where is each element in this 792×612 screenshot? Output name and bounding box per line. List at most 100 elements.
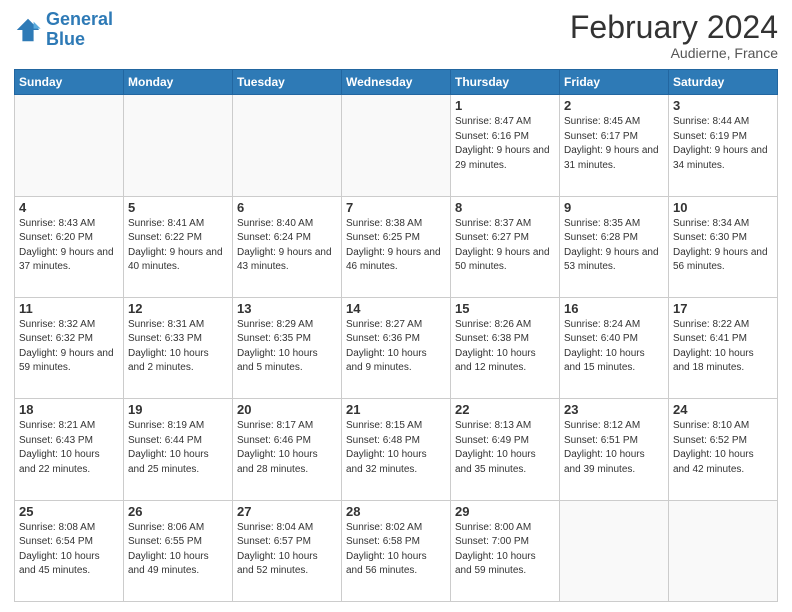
day-info: Sunrise: 8:37 AM Sunset: 6:27 PM Dayligh…	[455, 217, 555, 275]
week-row-0: 1Sunrise: 8:47 AM Sunset: 6:16 PM Daylig…	[15, 95, 778, 196]
day-info: Sunrise: 8:13 AM Sunset: 6:49 PM Dayligh…	[455, 419, 555, 477]
day-number: 3	[673, 98, 773, 113]
calendar-cell: 12Sunrise: 8:31 AM Sunset: 6:33 PM Dayli…	[124, 297, 233, 398]
calendar-table: SundayMondayTuesdayWednesdayThursdayFrid…	[14, 69, 778, 602]
day-info: Sunrise: 8:00 AM Sunset: 7:00 PM Dayligh…	[455, 521, 555, 579]
calendar-cell: 29 Sunrise: 8:00 AM Sunset: 7:00 PM Dayli…	[451, 500, 560, 601]
day-info: Sunrise: 8:32 AM Sunset: 6:32 PM Dayligh…	[19, 318, 119, 376]
calendar-cell: 16 Sunrise: 8:24 AM Sunset: 6:40 PM Dayli…	[560, 297, 669, 398]
day-number: 10	[673, 200, 773, 215]
calendar-cell: 13Sunrise: 8:29 AM Sunset: 6:35 PM Dayli…	[233, 297, 342, 398]
logo: General Blue	[14, 10, 113, 50]
day-info: Sunrise: 8:06 AM Sunset: 6:55 PM Dayligh…	[128, 521, 228, 579]
day-info: Sunrise: 8:04 AM Sunset: 6:57 PM Dayligh…	[237, 521, 337, 579]
day-number: 20	[237, 402, 337, 417]
day-number: 23	[564, 402, 664, 417]
day-number: 12	[128, 301, 228, 316]
calendar-cell: 7 Sunrise: 8:38 AM Sunset: 6:25 PM Daylig…	[342, 196, 451, 297]
calendar-cell: 11 Sunrise: 8:32 AM Sunset: 6:32 PM Dayli…	[15, 297, 124, 398]
calendar-cell: 3 Sunrise: 8:44 AM Sunset: 6:19 PM Daylig…	[669, 95, 778, 196]
logo-text: General Blue	[46, 10, 113, 50]
logo-line1: General	[46, 9, 113, 29]
page: General Blue February 2024 Audierne, Fra…	[0, 0, 792, 612]
calendar-cell: 8Sunrise: 8:37 AM Sunset: 6:27 PM Daylig…	[451, 196, 560, 297]
calendar-cell	[669, 500, 778, 601]
calendar-cell	[233, 95, 342, 196]
day-info: Sunrise: 8:41 AM Sunset: 6:22 PM Dayligh…	[128, 217, 228, 275]
main-title: February 2024	[570, 10, 778, 45]
weekday-header-tuesday: Tuesday	[233, 70, 342, 95]
weekday-header-thursday: Thursday	[451, 70, 560, 95]
day-info: Sunrise: 8:45 AM Sunset: 6:17 PM Dayligh…	[564, 115, 664, 173]
day-number: 18	[19, 402, 119, 417]
logo-line2: Blue	[46, 29, 85, 49]
calendar-cell	[124, 95, 233, 196]
weekday-header-saturday: Saturday	[669, 70, 778, 95]
calendar-header: SundayMondayTuesdayWednesdayThursdayFrid…	[15, 70, 778, 95]
calendar-cell: 14 Sunrise: 8:27 AM Sunset: 6:36 PM Dayli…	[342, 297, 451, 398]
day-number: 9	[564, 200, 664, 215]
day-number: 11	[19, 301, 119, 316]
day-number: 6	[237, 200, 337, 215]
day-info: Sunrise: 8:40 AM Sunset: 6:24 PM Dayligh…	[237, 217, 337, 275]
day-number: 7	[346, 200, 446, 215]
week-row-2: 11 Sunrise: 8:32 AM Sunset: 6:32 PM Dayli…	[15, 297, 778, 398]
day-number: 5	[128, 200, 228, 215]
calendar-body: 1Sunrise: 8:47 AM Sunset: 6:16 PM Daylig…	[15, 95, 778, 602]
calendar-cell: 6 Sunrise: 8:40 AM Sunset: 6:24 PM Daylig…	[233, 196, 342, 297]
day-info: Sunrise: 8:38 AM Sunset: 6:25 PM Dayligh…	[346, 217, 446, 275]
title-block: February 2024 Audierne, France	[570, 10, 778, 61]
day-number: 24	[673, 402, 773, 417]
day-info: Sunrise: 8:21 AM Sunset: 6:43 PM Dayligh…	[19, 419, 119, 477]
calendar-cell: 4 Sunrise: 8:43 AM Sunset: 6:20 PM Daylig…	[15, 196, 124, 297]
day-number: 29	[455, 504, 555, 519]
day-number: 21	[346, 402, 446, 417]
week-row-3: 18 Sunrise: 8:21 AM Sunset: 6:43 PM Dayli…	[15, 399, 778, 500]
day-number: 19	[128, 402, 228, 417]
day-number: 15	[455, 301, 555, 316]
day-number: 4	[19, 200, 119, 215]
calendar-cell: 9Sunrise: 8:35 AM Sunset: 6:28 PM Daylig…	[560, 196, 669, 297]
day-info: Sunrise: 8:22 AM Sunset: 6:41 PM Dayligh…	[673, 318, 773, 376]
day-number: 25	[19, 504, 119, 519]
day-info: Sunrise: 8:43 AM Sunset: 6:20 PM Dayligh…	[19, 217, 119, 275]
day-number: 16	[564, 301, 664, 316]
day-number: 22	[455, 402, 555, 417]
calendar-cell: 15 Sunrise: 8:26 AM Sunset: 6:38 PM Dayli…	[451, 297, 560, 398]
calendar-cell: 10 Sunrise: 8:34 AM Sunset: 6:30 PM Dayli…	[669, 196, 778, 297]
day-info: Sunrise: 8:44 AM Sunset: 6:19 PM Dayligh…	[673, 115, 773, 173]
calendar-cell: 24 Sunrise: 8:10 AM Sunset: 6:52 PM Dayli…	[669, 399, 778, 500]
calendar-cell: 1Sunrise: 8:47 AM Sunset: 6:16 PM Daylig…	[451, 95, 560, 196]
weekday-header-wednesday: Wednesday	[342, 70, 451, 95]
calendar-cell	[15, 95, 124, 196]
day-info: Sunrise: 8:26 AM Sunset: 6:38 PM Dayligh…	[455, 318, 555, 376]
calendar-cell: 27 Sunrise: 8:04 AM Sunset: 6:57 PM Dayli…	[233, 500, 342, 601]
week-row-1: 4 Sunrise: 8:43 AM Sunset: 6:20 PM Daylig…	[15, 196, 778, 297]
day-info: Sunrise: 8:15 AM Sunset: 6:48 PM Dayligh…	[346, 419, 446, 477]
subtitle: Audierne, France	[570, 45, 778, 61]
calendar-cell	[342, 95, 451, 196]
day-number: 14	[346, 301, 446, 316]
calendar-cell: 17 Sunrise: 8:22 AM Sunset: 6:41 PM Dayli…	[669, 297, 778, 398]
day-info: Sunrise: 8:12 AM Sunset: 6:51 PM Dayligh…	[564, 419, 664, 477]
calendar-cell: 2 Sunrise: 8:45 AM Sunset: 6:17 PM Daylig…	[560, 95, 669, 196]
day-number: 26	[128, 504, 228, 519]
week-row-4: 25 Sunrise: 8:08 AM Sunset: 6:54 PM Dayli…	[15, 500, 778, 601]
day-number: 27	[237, 504, 337, 519]
day-info: Sunrise: 8:24 AM Sunset: 6:40 PM Dayligh…	[564, 318, 664, 376]
calendar-cell: 22 Sunrise: 8:13 AM Sunset: 6:49 PM Dayli…	[451, 399, 560, 500]
day-info: Sunrise: 8:47 AM Sunset: 6:16 PM Dayligh…	[455, 115, 555, 173]
day-info: Sunrise: 8:02 AM Sunset: 6:58 PM Dayligh…	[346, 521, 446, 579]
day-number: 2	[564, 98, 664, 113]
day-info: Sunrise: 8:10 AM Sunset: 6:52 PM Dayligh…	[673, 419, 773, 477]
calendar-cell: 23 Sunrise: 8:12 AM Sunset: 6:51 PM Dayli…	[560, 399, 669, 500]
header: General Blue February 2024 Audierne, Fra…	[14, 10, 778, 61]
day-info: Sunrise: 8:27 AM Sunset: 6:36 PM Dayligh…	[346, 318, 446, 376]
day-info: Sunrise: 8:29 AM Sunset: 6:35 PM Dayligh…	[237, 318, 337, 376]
day-info: Sunrise: 8:19 AM Sunset: 6:44 PM Dayligh…	[128, 419, 228, 477]
day-info: Sunrise: 8:34 AM Sunset: 6:30 PM Dayligh…	[673, 217, 773, 275]
weekday-header-friday: Friday	[560, 70, 669, 95]
day-number: 17	[673, 301, 773, 316]
day-info: Sunrise: 8:08 AM Sunset: 6:54 PM Dayligh…	[19, 521, 119, 579]
day-info: Sunrise: 8:17 AM Sunset: 6:46 PM Dayligh…	[237, 419, 337, 477]
